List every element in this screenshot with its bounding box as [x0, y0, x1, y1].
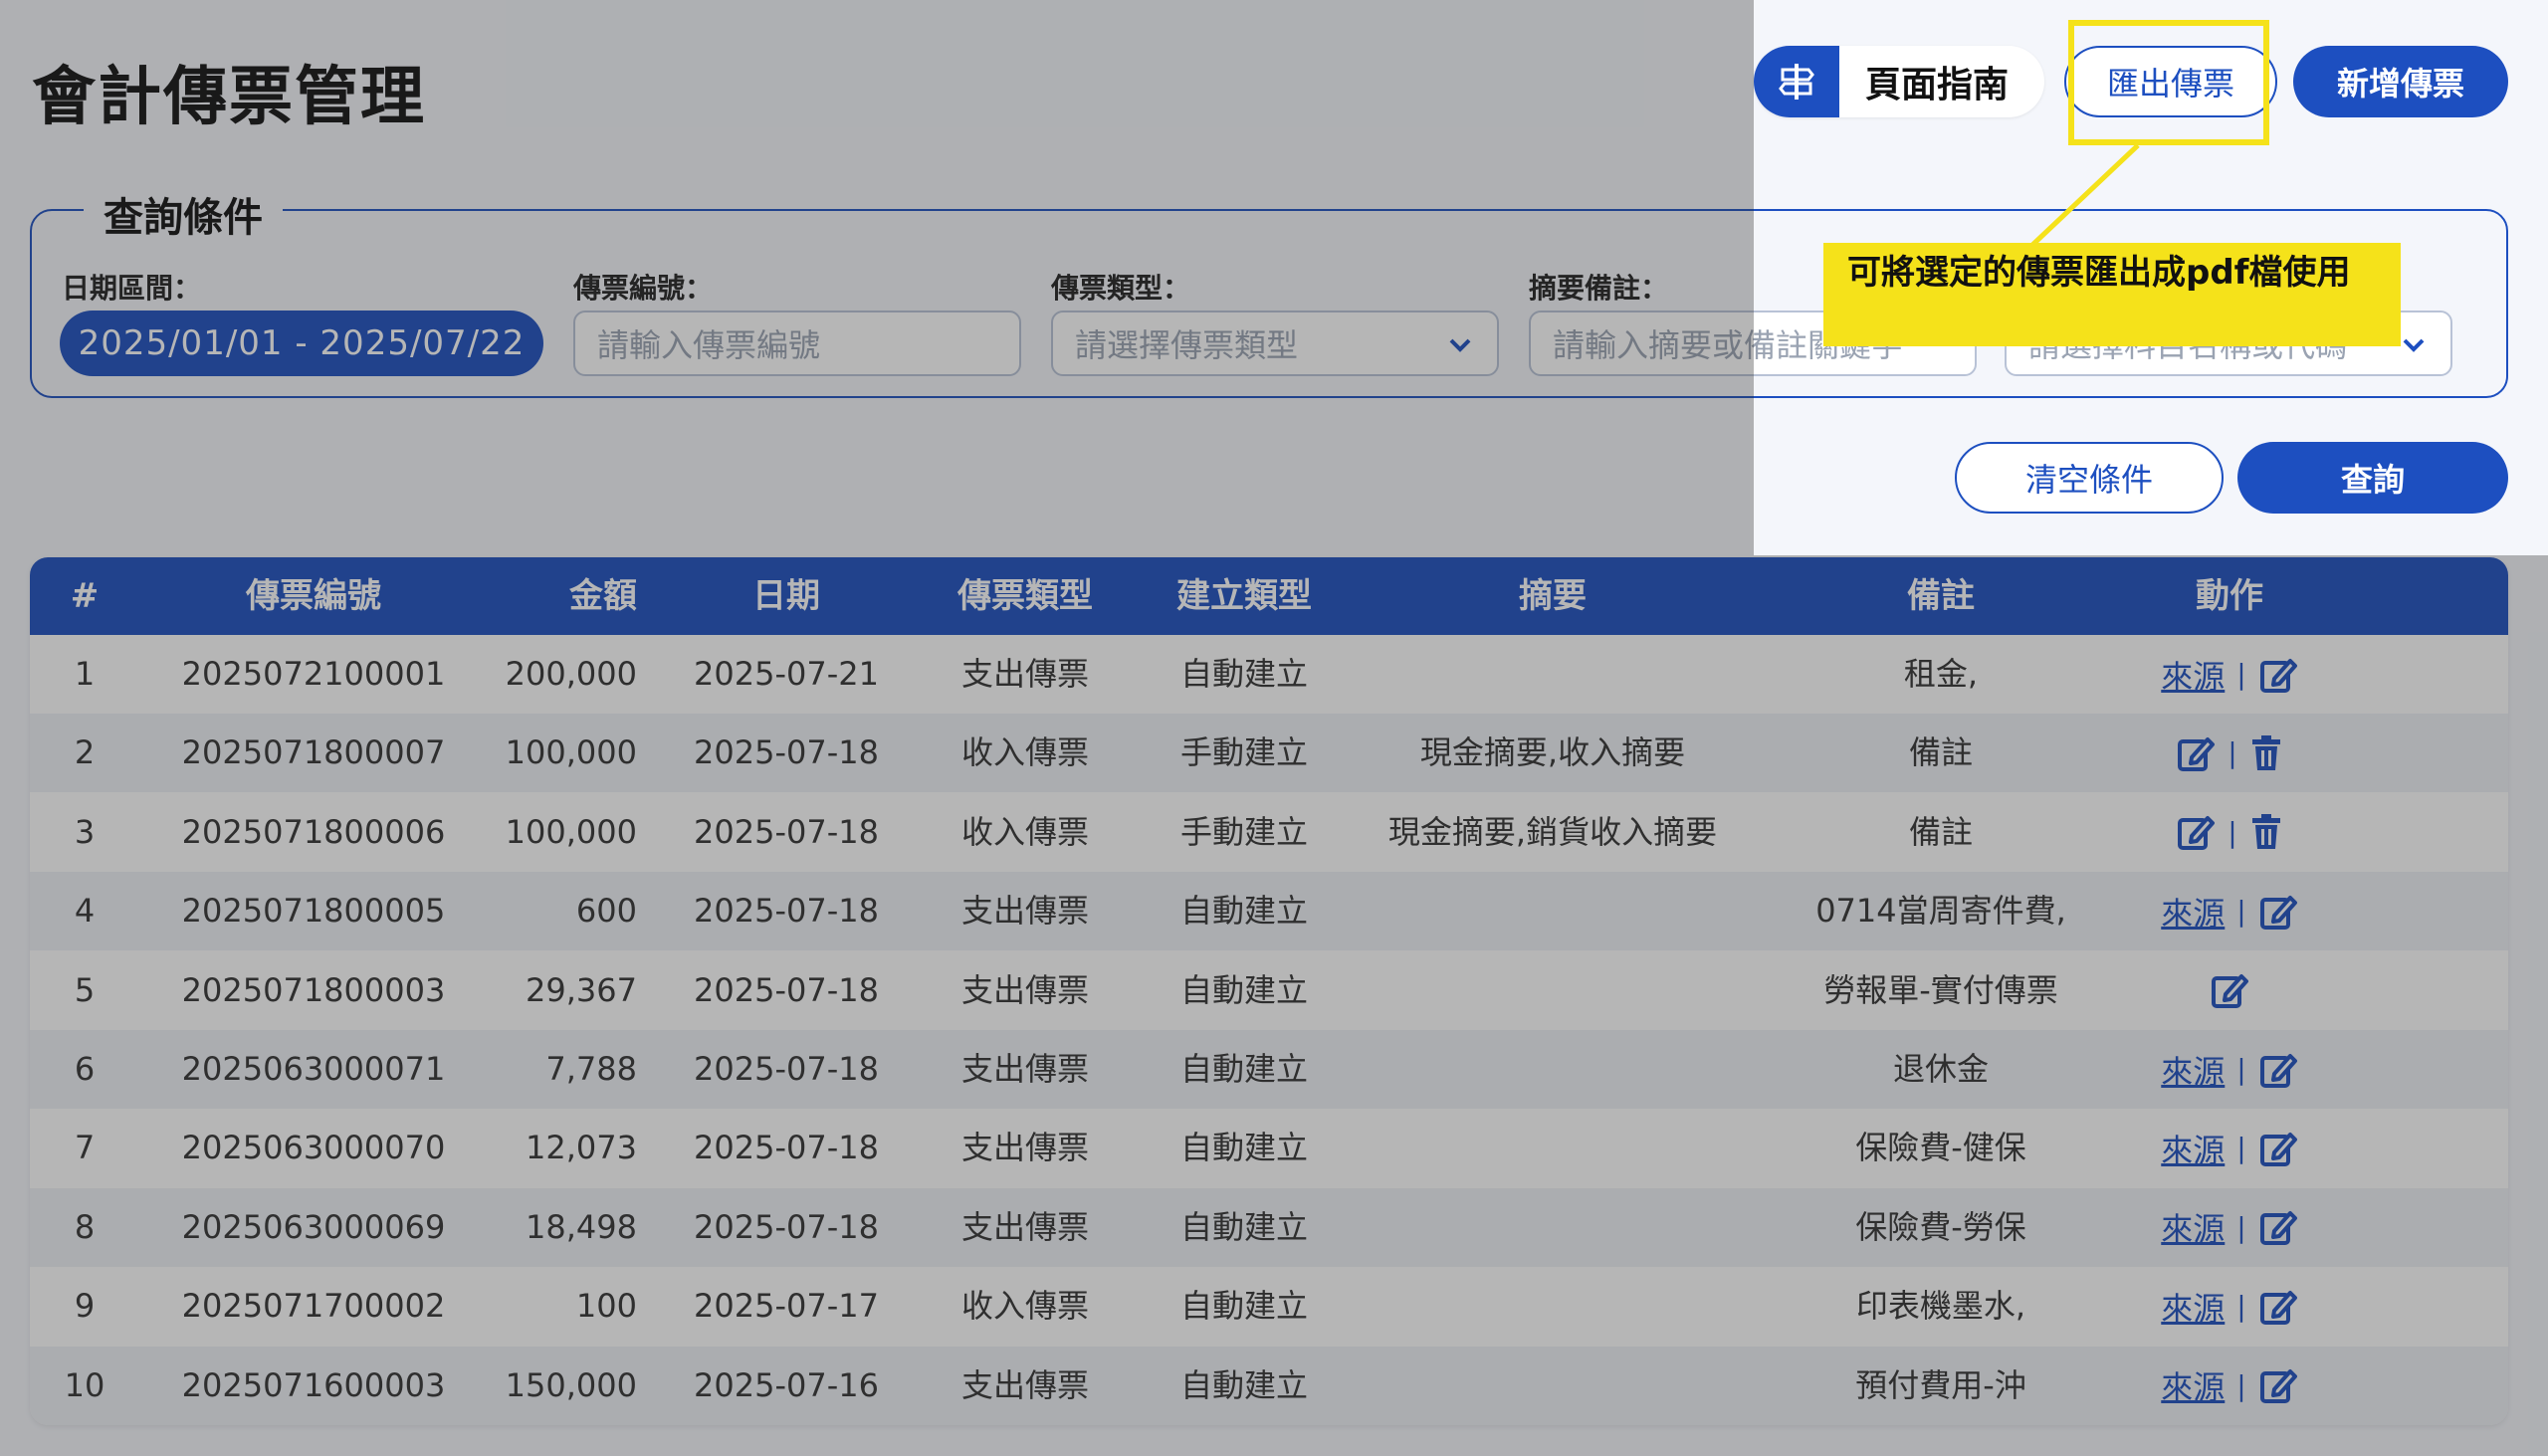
clear-conditions-button[interactable]: 清空條件 — [1955, 442, 2224, 514]
search-button[interactable]: 查詢 — [2237, 442, 2508, 514]
guide-tooltip: 可將選定的傳票匯出成pdf檔使用 — [1823, 243, 2401, 346]
export-button-highlight — [2068, 20, 2269, 145]
voucher-management-page: 會計傳票管理 頁面指南 匯出傳票 新增傳票 查詢條件 日期區間： 2025/01… — [0, 0, 2548, 1456]
guide-overlay-dim-bottom — [1754, 555, 2548, 1456]
